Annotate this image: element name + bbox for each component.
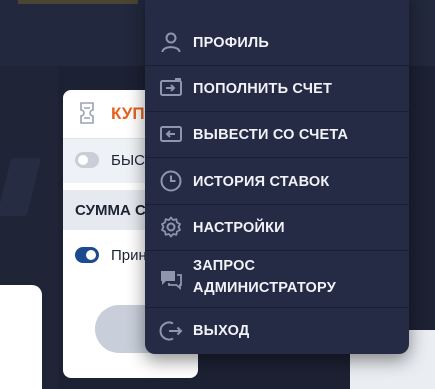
fast-bet-toggle[interactable] [75, 152, 99, 168]
menu-item-withdraw[interactable]: ВЫВЕСТИ СО СЧЕТА [145, 112, 409, 158]
deposit-icon [159, 76, 183, 100]
menu-header-stub [173, 0, 369, 6]
menu-item-label-line2: АДМИНИСТРАТОРУ [193, 280, 336, 296]
menu-item-label: ЗАПРОС АДМИНИСТРАТОРУ [193, 255, 336, 299]
logout-icon [159, 319, 183, 343]
menu-item-history[interactable]: ИСТОРИЯ СТАВОК [145, 158, 409, 205]
menu-item-label: ВЫВЕСТИ СО СЧЕТА [193, 127, 349, 143]
accept-changes-toggle[interactable] [75, 247, 99, 263]
menu-item-label: НАСТРОЙКИ [193, 220, 285, 236]
side-card [0, 285, 42, 389]
ticket-icon [79, 102, 95, 124]
user-icon [159, 30, 183, 54]
menu-item-label: ПРОФИЛЬ [193, 35, 269, 51]
menu-item-admin-request[interactable]: ЗАПРОС АДМИНИСТРАТОРУ [145, 251, 409, 308]
menu-item-profile[interactable]: ПРОФИЛЬ [145, 20, 409, 66]
chat-icon [159, 267, 183, 291]
menu-item-settings[interactable]: НАСТРОЙКИ [145, 205, 409, 251]
user-dropdown-menu: ПРОФИЛЬ ПОПОЛНИТЬ СЧЕТ ВЫВЕСТИ СО СЧЕТА … [145, 0, 409, 354]
menu-item-label: ВЫХОД [193, 323, 250, 339]
menu-item-deposit[interactable]: ПОПОЛНИТЬ СЧЕТ [145, 66, 409, 112]
history-icon [159, 169, 183, 193]
menu-item-label: ИСТОРИЯ СТАВОК [193, 174, 330, 190]
menu-item-label: ПОПОЛНИТЬ СЧЕТ [193, 81, 333, 97]
gear-icon [159, 215, 183, 239]
top-bar-accent [18, 0, 138, 4]
withdraw-icon [159, 122, 183, 146]
menu-item-logout[interactable]: ВЫХОД [145, 308, 409, 354]
sidebar-decor [0, 158, 42, 216]
menu-item-label-line1: ЗАПРОС [193, 258, 256, 274]
